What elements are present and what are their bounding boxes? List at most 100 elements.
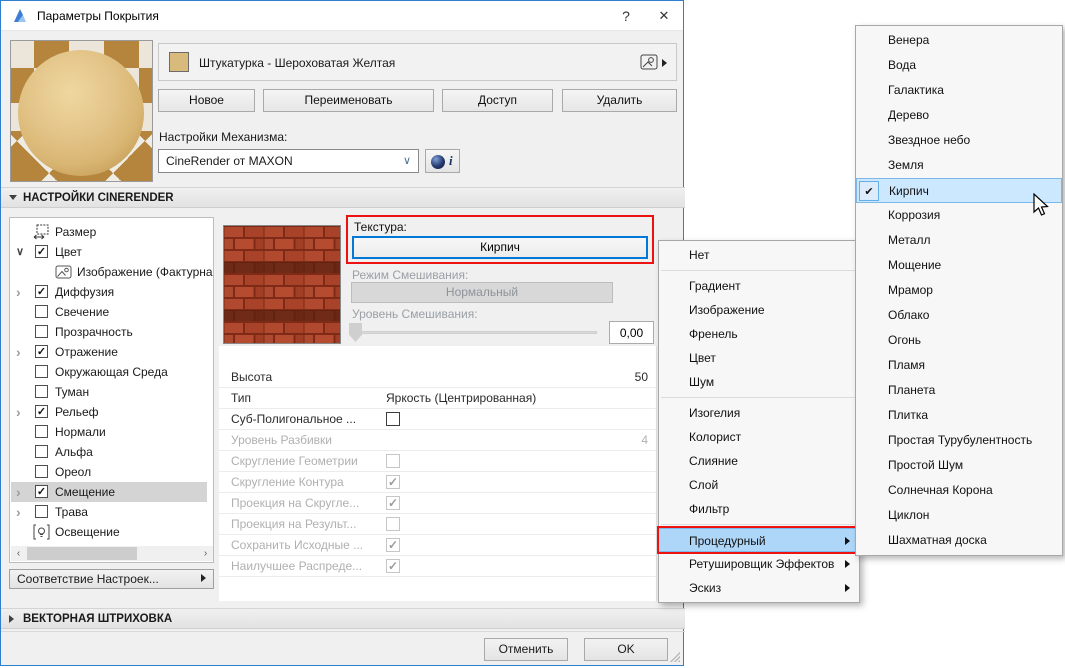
engine-select[interactable]: CineRender от MAXON ∨ <box>158 149 419 173</box>
checkbox[interactable] <box>35 465 48 478</box>
checkbox[interactable] <box>35 245 48 258</box>
tree-item-transparency[interactable]: Прозрачность <box>11 322 207 342</box>
blend-level-slider-track[interactable] <box>351 331 597 334</box>
tree-item-grass[interactable]: Трава <box>11 502 207 522</box>
menu-item-starfield[interactable]: Звездное небо <box>856 128 1062 153</box>
engine-info-button[interactable]: i <box>425 149 460 173</box>
checkbox[interactable] <box>35 485 48 498</box>
menu-item-effects-retoucher[interactable]: Ретушировщик Эффектов <box>659 552 859 576</box>
checkbox[interactable] <box>35 345 48 358</box>
menu-item-procedural[interactable]: Процедурный <box>657 526 861 554</box>
menu-item-cloud[interactable]: Облако <box>856 303 1062 328</box>
menu-item-water[interactable]: Вода <box>856 53 1062 78</box>
param-row-round-geometry[interactable]: Скругление Геометрии <box>219 451 656 472</box>
tree-item-reflection[interactable]: Отражение <box>11 342 207 362</box>
checkbox[interactable] <box>35 425 48 438</box>
tree-item-illumination[interactable]: Освещение <box>11 522 207 542</box>
menu-item-sun-corona[interactable]: Солнечная Корона <box>856 478 1062 503</box>
menu-item-none[interactable]: Нет <box>659 243 859 267</box>
close-button[interactable]: ✕ <box>647 1 681 31</box>
tree-item-diffusion[interactable]: Диффузия <box>11 282 207 302</box>
menu-item-image[interactable]: Изображение <box>659 298 859 322</box>
param-row-height[interactable]: Высота 50 <box>219 367 656 388</box>
tree-item-color[interactable]: Цвет <box>11 242 207 262</box>
material-picker-icon[interactable] <box>640 54 668 72</box>
tree-item-image[interactable]: Изображение (Фактурная Ш <box>11 262 213 282</box>
menu-item-sketch[interactable]: Эскиз <box>659 576 859 600</box>
param-value[interactable]: 50 <box>635 367 648 387</box>
checkbox[interactable] <box>35 445 48 458</box>
menu-item-marble[interactable]: Мрамор <box>856 278 1062 303</box>
blend-level-value-field[interactable] <box>609 321 654 344</box>
param-value[interactable]: Яркость (Центрированная) <box>386 388 536 408</box>
texture-shader-button[interactable]: Кирпич <box>352 236 648 259</box>
menu-item-pavement[interactable]: Мощение <box>856 253 1062 278</box>
menu-item-simple-turbulence[interactable]: Простая Турубулентность <box>856 428 1062 453</box>
param-row-best-distribution[interactable]: Наилучшее Распреде... <box>219 556 656 577</box>
tree-expander-icon[interactable] <box>16 402 28 424</box>
scroll-left-icon[interactable]: ‹ <box>11 546 26 561</box>
tree-horizontal-scrollbar[interactable]: ‹ › <box>11 546 213 561</box>
menu-item-earth[interactable]: Земля <box>856 153 1062 178</box>
help-button[interactable]: ? <box>609 1 643 31</box>
checkbox[interactable] <box>35 505 48 518</box>
menu-item-fusion[interactable]: Слияние <box>659 449 859 473</box>
tree-item-environment[interactable]: Окружающая Среда <box>11 362 207 382</box>
delete-button[interactable]: Удалить <box>562 89 677 112</box>
param-row-subpolygon[interactable]: Суб-Полигональное ... <box>219 409 656 430</box>
tree-expander-icon[interactable] <box>16 482 28 504</box>
match-settings-button[interactable]: Соответствие Настроек... <box>9 569 214 589</box>
menu-item-venus[interactable]: Венера <box>856 28 1062 53</box>
blend-level-slider-thumb[interactable] <box>349 323 362 342</box>
menu-item-planet[interactable]: Планета <box>856 378 1062 403</box>
menu-item-wood[interactable]: Дерево <box>856 103 1062 128</box>
menu-item-gradient[interactable]: Градиент <box>659 274 859 298</box>
tree-item-luminance[interactable]: Свечение <box>11 302 207 322</box>
menu-item-fresnel[interactable]: Френель <box>659 322 859 346</box>
material-selector[interactable]: Штукатурка - Шероховатая Желтая <box>158 43 677 81</box>
menu-item-metal[interactable]: Металл <box>856 228 1062 253</box>
param-row-map-result[interactable]: Проекция на Результ... <box>219 514 656 535</box>
ok-button[interactable]: OK <box>584 638 668 661</box>
menu-item-checkerboard[interactable]: Шахматная доска <box>856 528 1062 553</box>
param-row-round-contour[interactable]: Скругление Контура <box>219 472 656 493</box>
cancel-button[interactable]: Отменить <box>484 638 568 661</box>
param-row-type[interactable]: Тип Яркость (Центрированная) <box>219 388 656 409</box>
menu-item-filter[interactable]: Фильтр <box>659 497 859 521</box>
checkbox[interactable] <box>35 325 48 338</box>
menu-item-galaxy[interactable]: Галактика <box>856 78 1062 103</box>
menu-item-posterizer[interactable]: Изогелия <box>659 401 859 425</box>
resize-grip[interactable] <box>670 652 680 662</box>
tree-item-bump[interactable]: Рельеф <box>11 402 207 422</box>
menu-item-tiles[interactable]: Плитка <box>856 403 1062 428</box>
checkbox[interactable] <box>35 405 48 418</box>
tree-expander-icon[interactable] <box>16 502 28 524</box>
menu-item-cyclone[interactable]: Циклон <box>856 503 1062 528</box>
scroll-right-icon[interactable]: › <box>198 546 213 561</box>
menu-item-fire[interactable]: Огонь <box>856 328 1062 353</box>
menu-item-flame[interactable]: Пламя <box>856 353 1062 378</box>
checkbox[interactable] <box>35 305 48 318</box>
access-button[interactable]: Доступ <box>442 89 553 112</box>
menu-item-noise[interactable]: Шум <box>659 370 859 394</box>
tree-expander-icon[interactable] <box>16 242 28 262</box>
menu-item-colorizer[interactable]: Колорист <box>659 425 859 449</box>
checkbox[interactable] <box>35 365 48 378</box>
menu-item-color[interactable]: Цвет <box>659 346 859 370</box>
new-button[interactable]: Новое <box>158 89 255 112</box>
menu-item-layer[interactable]: Слой <box>659 473 859 497</box>
param-row-subdivision-level[interactable]: Уровень Разбивки 4 <box>219 430 656 451</box>
tree-item-size[interactable]: Размер <box>11 222 207 242</box>
tree-item-glow[interactable]: Ореол <box>11 462 207 482</box>
tree-expander-icon[interactable] <box>16 282 28 304</box>
menu-item-simple-noise[interactable]: Простой Шум <box>856 453 1062 478</box>
tree-item-normals[interactable]: Нормали <box>11 422 207 442</box>
checkbox[interactable] <box>35 385 48 398</box>
tree-expander-icon[interactable] <box>16 342 28 364</box>
checkbox[interactable] <box>35 285 48 298</box>
tree-item-displacement[interactable]: Смещение <box>11 482 207 502</box>
tree-item-alpha[interactable]: Альфа <box>11 442 207 462</box>
param-row-keep-original[interactable]: Сохранить Исходные ... <box>219 535 656 556</box>
rename-button[interactable]: Переименовать <box>263 89 434 112</box>
tree-item-fog[interactable]: Туман <box>11 382 207 402</box>
